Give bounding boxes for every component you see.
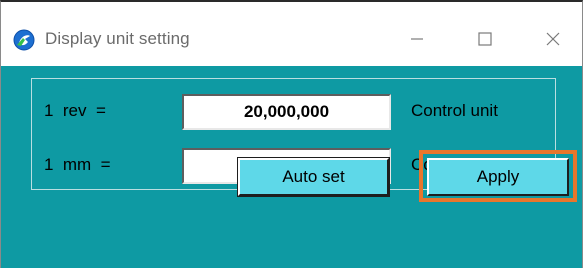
rev-unit-label: Control unit <box>411 101 498 120</box>
title-bar[interactable]: Display unit setting <box>1 2 582 66</box>
dialog-body: 1 rev = 20,000,000 Control unit 1 mm = 1… <box>1 66 582 268</box>
maximize-icon[interactable] <box>459 20 511 58</box>
window-title: Display unit setting <box>45 29 190 48</box>
close-icon[interactable] <box>527 20 579 58</box>
apply-button[interactable]: Apply <box>427 158 569 196</box>
app-logo-icon <box>13 29 35 51</box>
dialog-window: Display unit setting 1 rev = 20,000,000 … <box>0 0 583 268</box>
rev-value-field[interactable]: 20,000,000 <box>182 94 391 130</box>
mm-row-label: 1 mm = <box>44 155 111 174</box>
rev-row-label: 1 rev = <box>44 101 106 120</box>
minimize-icon[interactable] <box>391 20 443 58</box>
auto-set-button[interactable]: Auto set <box>237 157 390 197</box>
